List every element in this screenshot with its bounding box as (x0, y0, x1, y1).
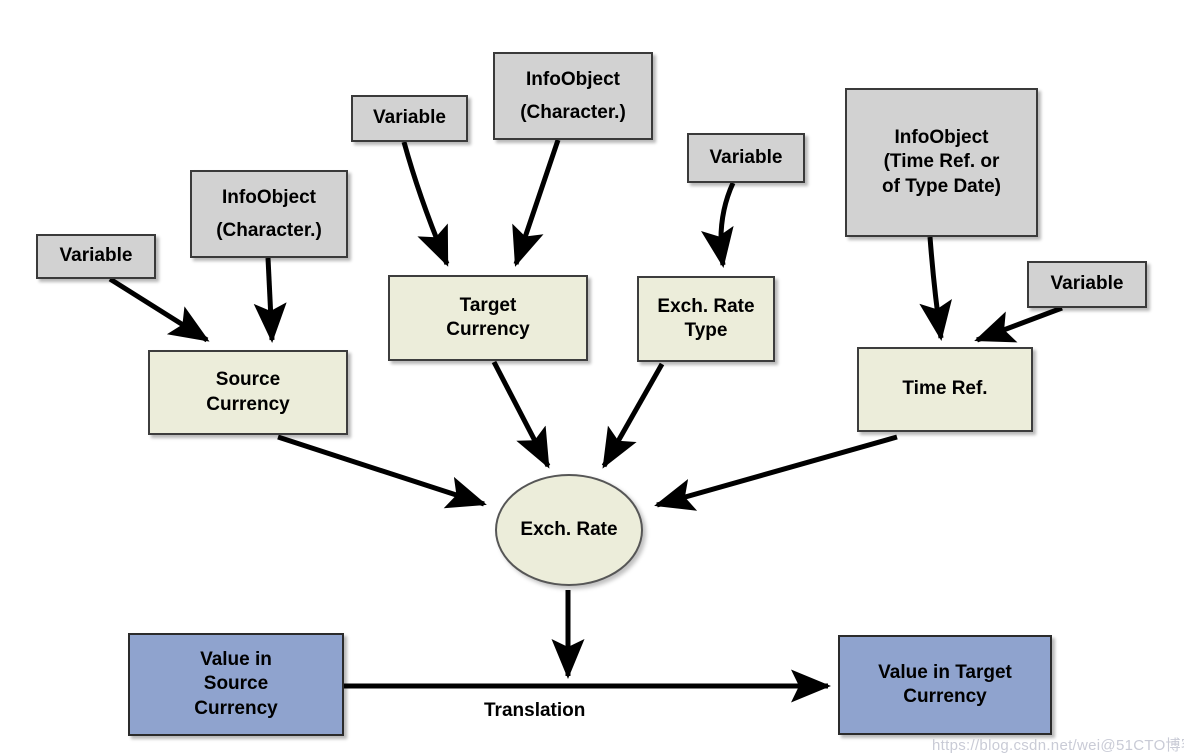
node-label: Time Ref. (902, 378, 988, 400)
node-label: InfoObject (Character.) (216, 186, 322, 241)
node-value-in-target-currency[interactable]: Value in Target Currency (838, 635, 1052, 735)
node-label: Value in Target Currency (878, 661, 1012, 707)
edge-time-ref-to-exch-rate (654, 434, 898, 511)
node-label: InfoObject (Character.) (520, 68, 626, 123)
node-source-currency[interactable]: Source Currency (148, 350, 348, 435)
node-variable-target-currency[interactable]: Variable (351, 95, 468, 142)
node-variable-exch-rate-type[interactable]: Variable (687, 133, 805, 183)
edge-label-translation: Translation (484, 700, 586, 721)
node-infoobject-characteristic-target[interactable]: InfoObject (Character.) (493, 52, 653, 140)
edge-variable-to-exch-rate-type (701, 181, 736, 268)
edge-source-currency-to-exch-rate (277, 434, 487, 509)
edge-infoobject-to-source-currency (253, 257, 287, 343)
node-label: Variable (1050, 273, 1124, 295)
diagram-canvas: Variable InfoObject (Character.) Variabl… (0, 0, 1184, 756)
node-exch-rate[interactable]: Exch. Rate (495, 474, 643, 586)
node-label: Source Currency (206, 369, 290, 415)
node-label: Exch. Rate (520, 519, 618, 540)
node-label: Variable (709, 146, 783, 168)
node-infoobject-characteristic-source[interactable]: InfoObject (Character.) (190, 170, 348, 258)
node-variable-source-currency[interactable]: Variable (36, 234, 156, 279)
edge-infoobject-to-target-currency (512, 139, 561, 267)
edge-infoobject-time-to-time-ref (919, 236, 952, 341)
edge-exch-rate-type-to-exch-rate (601, 362, 665, 469)
edge-variable-to-time-ref (974, 305, 1063, 343)
node-label: Exch. Rate Type (657, 295, 755, 341)
node-label: InfoObject (Time Ref. or of Type Date) (882, 127, 1001, 197)
edge-variable-to-source-currency (108, 276, 210, 343)
node-target-currency[interactable]: Target Currency (388, 275, 588, 361)
watermark-text: https://blog.csdn.net/wei@51CTO博客 (932, 737, 1184, 754)
node-label: Target Currency (446, 294, 530, 340)
edge-target-currency-to-exch-rate (491, 360, 551, 469)
node-value-in-source-currency[interactable]: Value in Source Currency (128, 633, 344, 736)
node-time-ref[interactable]: Time Ref. (857, 347, 1033, 432)
edge-variable-to-target-currency (401, 141, 450, 267)
node-variable-time-ref[interactable]: Variable (1027, 261, 1147, 308)
node-label: Value in Source Currency (194, 649, 278, 719)
node-infoobject-time-reference[interactable]: InfoObject (Time Ref. or of Type Date) (845, 88, 1038, 237)
node-exch-rate-type[interactable]: Exch. Rate Type (637, 276, 775, 362)
node-label: Variable (373, 107, 446, 129)
node-label: Variable (59, 245, 133, 267)
